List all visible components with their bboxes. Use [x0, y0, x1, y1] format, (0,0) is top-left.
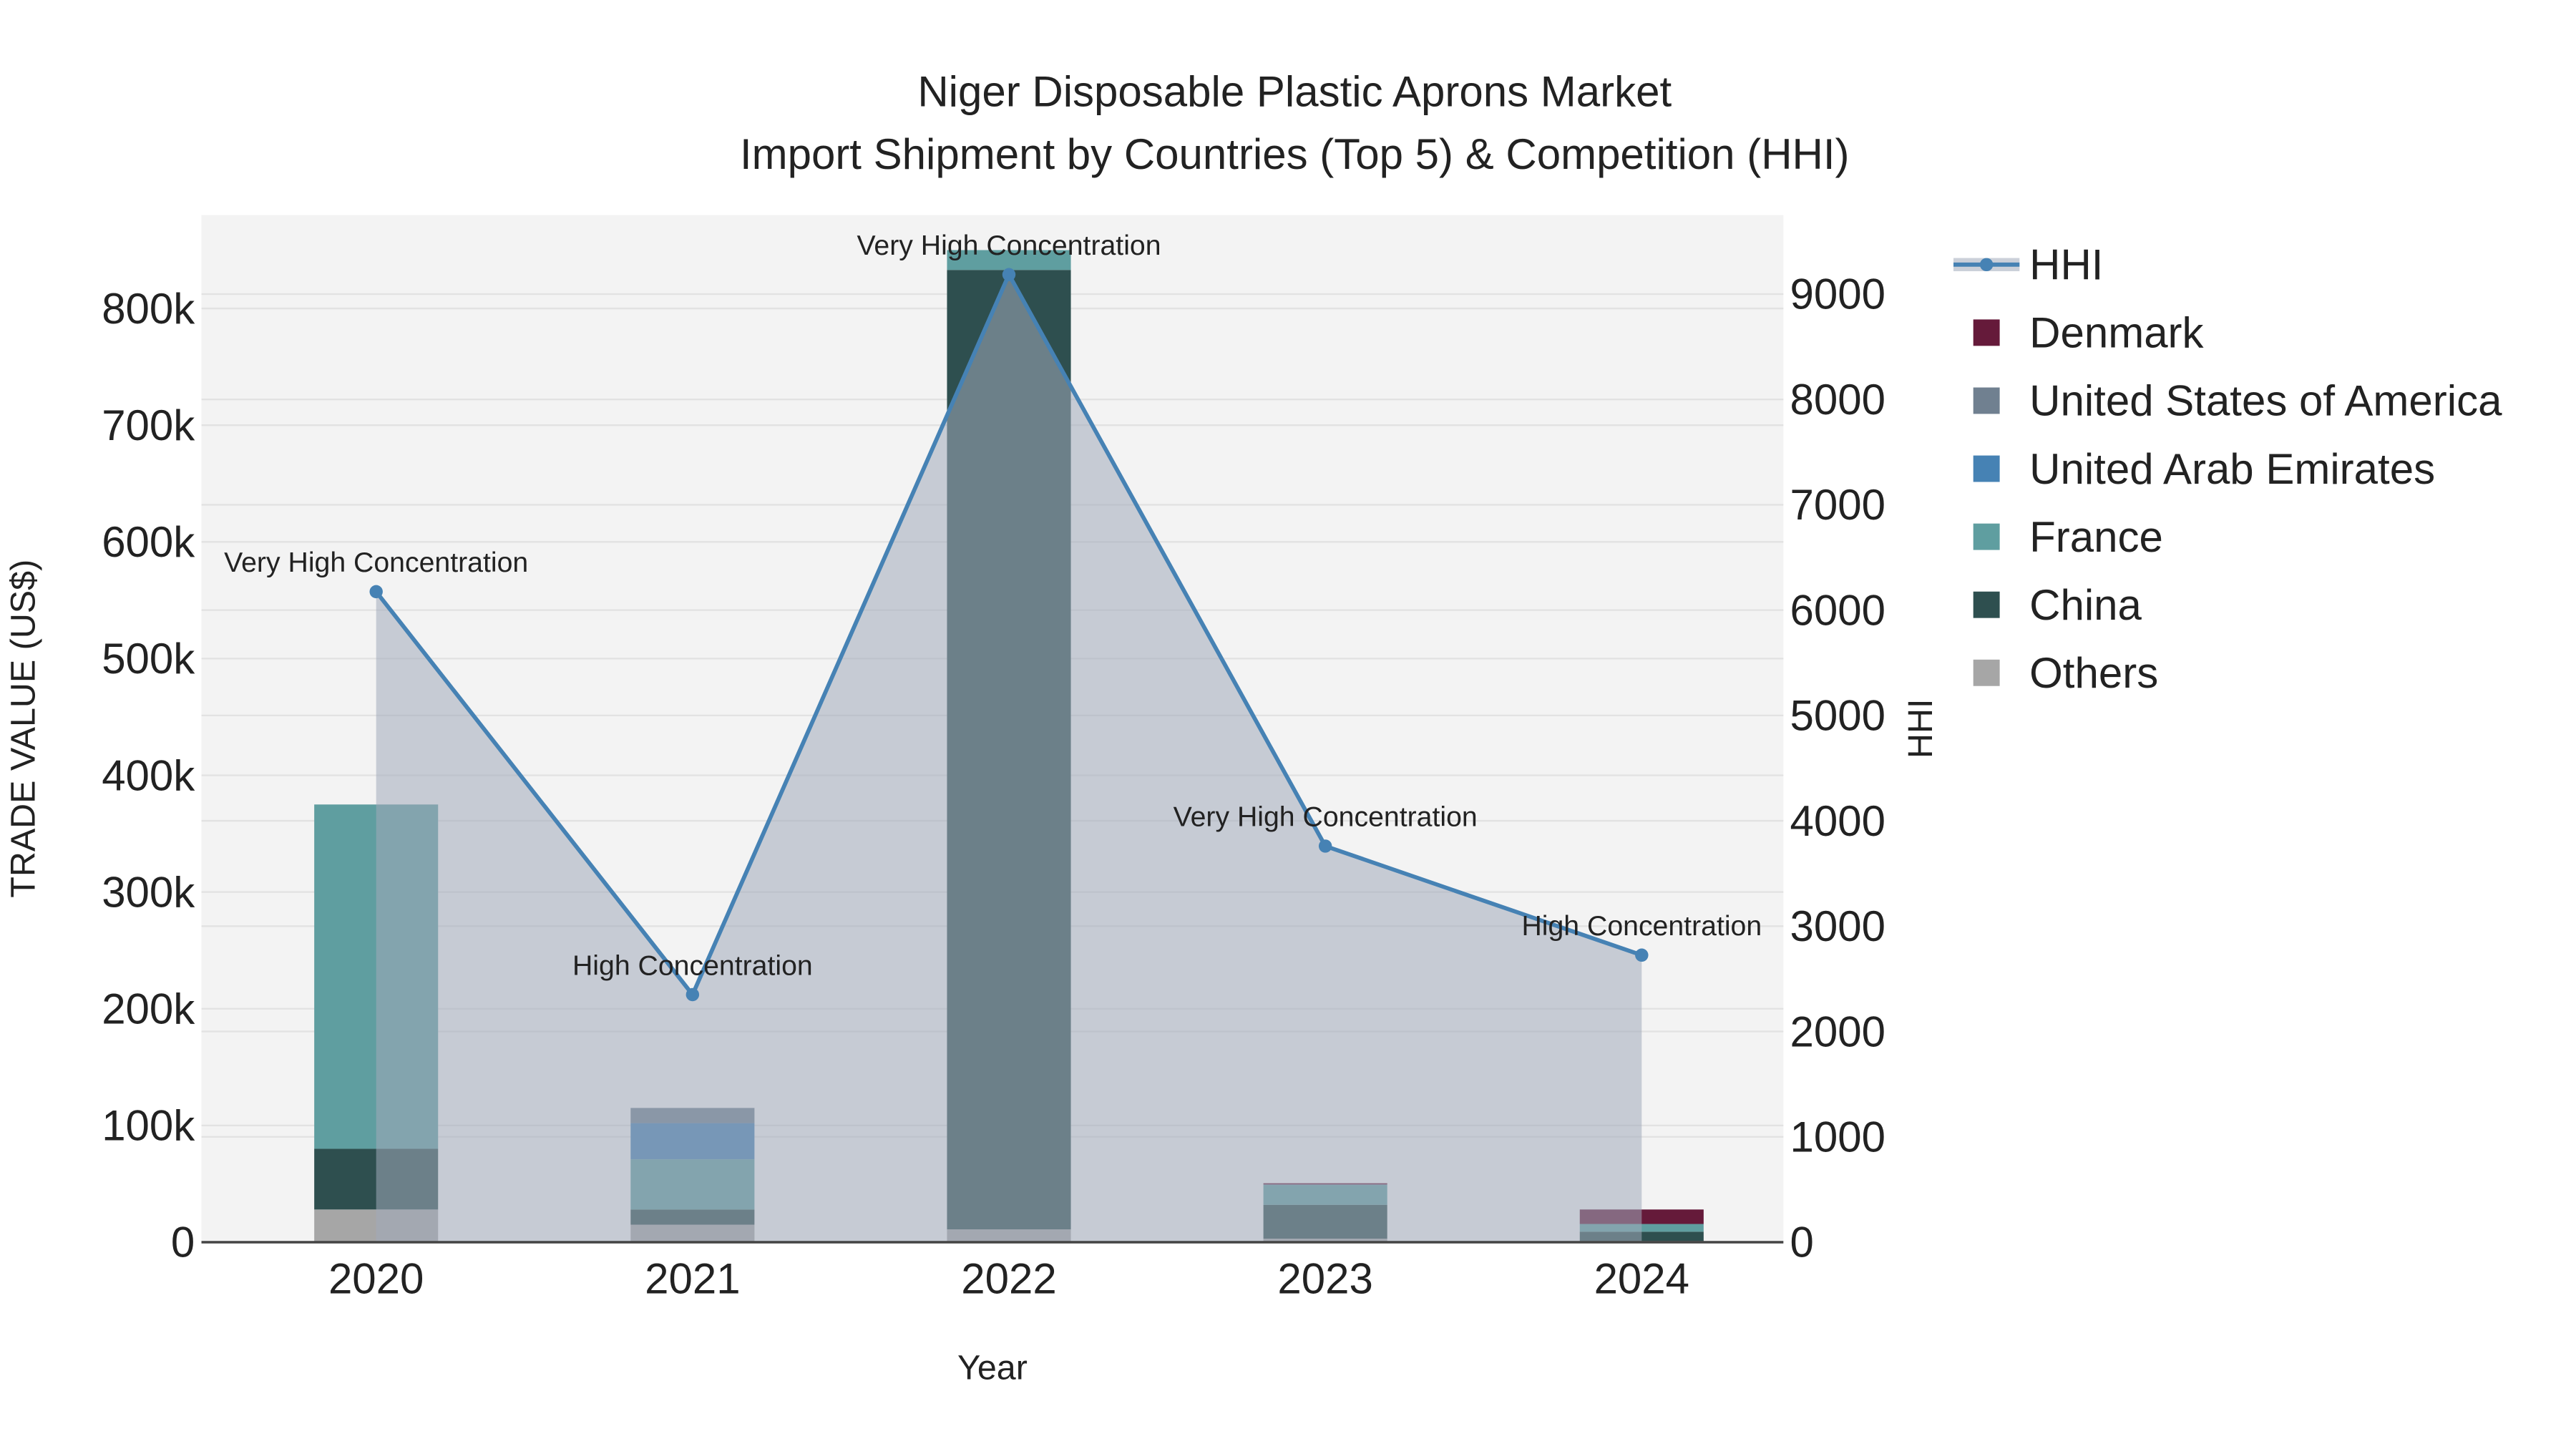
x-tick-label: 2020 [328, 1255, 424, 1303]
legend-swatch-united-arab-emirates [1973, 455, 2000, 482]
legend-label: Denmark [2029, 309, 2204, 357]
y-axis-label: TRADE VALUE (US$) [4, 560, 42, 898]
y-tick-label: 800k [102, 285, 195, 333]
y-tick-label: 400k [102, 751, 195, 799]
y2-tick-label: 4000 [1790, 797, 1885, 845]
legend-swatch-china [1973, 591, 2000, 618]
y2-axis-ticks: 0 1000 2000 3000 4000 5000 6000 7000 8000 9000 [1790, 270, 1885, 1267]
chart: Niger Disposable Plastic Aprons Market I… [4, 67, 2502, 1387]
y-axis-ticks: 0 100k 200k 300k 400k 500k 600k 700k 800k [102, 285, 195, 1267]
x-axis-label: Year [957, 1349, 1028, 1387]
y2-tick-label: 6000 [1790, 586, 1885, 634]
legend-swatch-france [1973, 523, 2000, 550]
y2-tick-label: 8000 [1790, 376, 1885, 424]
hhi-point-2022 [1002, 268, 1016, 281]
legend-label: HHI [2029, 241, 2103, 289]
legend-label: Others [2029, 649, 2158, 697]
legend-swatch-others [1973, 659, 2000, 686]
y2-tick-label: 7000 [1790, 481, 1885, 529]
legend-hhi-marker [1979, 258, 1994, 272]
x-tick-label: 2022 [961, 1255, 1056, 1303]
y2-axis-label: HHI [1901, 699, 1940, 758]
y2-tick-label: 5000 [1790, 692, 1885, 740]
x-tick-label: 2024 [1594, 1255, 1689, 1303]
hhi-point-2020 [369, 585, 383, 599]
legend-label: France [2029, 513, 2163, 561]
y-tick-label: 600k [102, 518, 195, 566]
chart-title: Niger Disposable Plastic Aprons Market [917, 67, 1672, 115]
y-tick-label: 700k [102, 401, 195, 449]
hhi-point-2024 [1635, 948, 1649, 962]
y2-tick-label: 1000 [1790, 1113, 1885, 1161]
chart-subtitle: Import Shipment by Countries (Top 5) & C… [740, 130, 1850, 178]
hhi-annotation: High Concentration [572, 950, 813, 981]
hhi-point-2023 [1318, 839, 1332, 853]
x-tick-label: 2023 [1277, 1255, 1372, 1303]
hhi-annotation: Very High Concentration [224, 547, 528, 578]
y-tick-label: 100k [102, 1102, 195, 1150]
legend-swatch-denmark [1973, 319, 2000, 346]
legend: HHI Denmark United States of America United… [1953, 241, 2502, 697]
hhi-annotation: High Concentration [1521, 910, 1762, 942]
hhi-annotation: Very High Concentration [857, 230, 1161, 261]
hhi-point-2021 [686, 987, 700, 1002]
legend-label: China [2029, 581, 2142, 629]
y-tick-label: 500k [102, 635, 195, 683]
x-tick-label: 2021 [645, 1255, 740, 1303]
x-axis-ticks: 2020 2021 2022 2023 2024 [328, 1255, 1689, 1303]
y-tick-label: 0 [171, 1219, 195, 1267]
y2-tick-label: 0 [1790, 1219, 1814, 1267]
legend-label: United Arab Emirates [2029, 445, 2435, 493]
y2-tick-label: 2000 [1790, 1008, 1885, 1055]
legend-label: United States of America [2029, 377, 2502, 425]
y-tick-label: 200k [102, 985, 195, 1033]
y-tick-label: 300k [102, 868, 195, 916]
hhi-annotation: Very High Concentration [1174, 801, 1478, 833]
y2-tick-label: 9000 [1790, 270, 1885, 318]
legend-swatch-united-states-of-america [1973, 387, 2000, 414]
y2-tick-label: 3000 [1790, 902, 1885, 950]
